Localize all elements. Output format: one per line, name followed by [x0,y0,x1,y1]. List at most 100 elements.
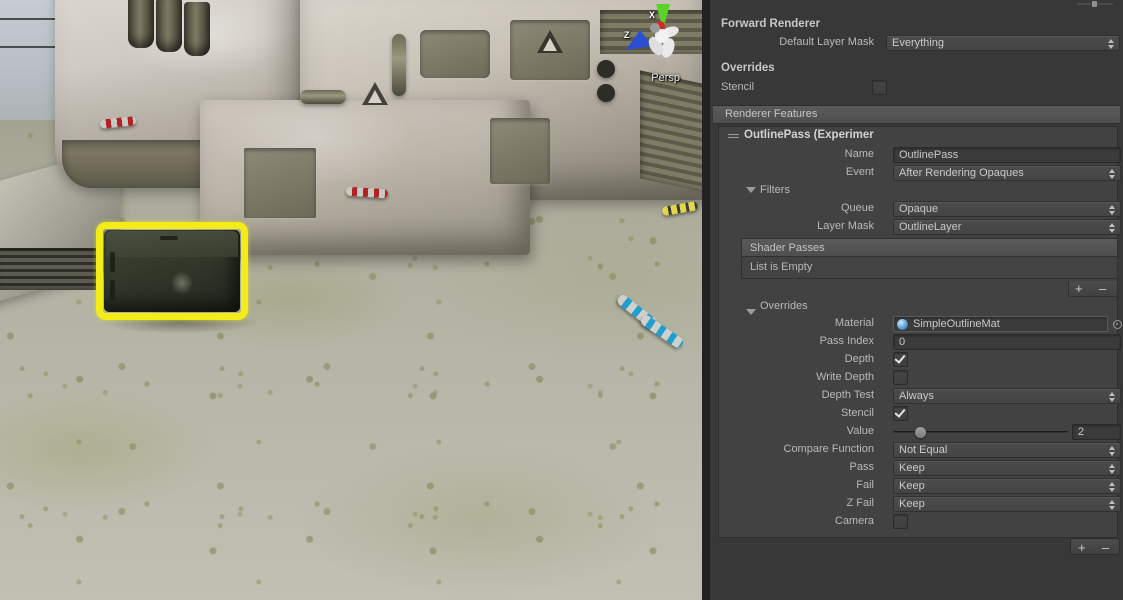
compare-function-dropdown[interactable]: Not Equal [893,442,1121,458]
name-label: Name [844,148,874,160]
write-depth-label: Write Depth [816,371,874,383]
scene-pipe [392,34,406,96]
scene-vent-grille [0,248,100,290]
add-shader-pass-button[interactable]: + [1075,282,1083,295]
scene-pipe [300,90,346,104]
gizmo-projection-label[interactable]: Persp [651,72,680,84]
depth-checkbox[interactable] [893,352,908,367]
layer-mask-dropdown[interactable]: OutlineLayer [893,219,1121,235]
chevron-updown-icon [1109,168,1116,180]
chevron-updown-icon [1109,463,1116,475]
scene-view[interactable]: X Z Persp [0,0,702,600]
scene-side-panel [490,118,550,184]
pass-index-value: 0 [899,336,906,348]
depth-test-value: Always [899,390,934,402]
forward-renderer-title: Forward Renderer [721,18,821,30]
scene-tread [640,70,702,194]
gizmo-x-label: X [649,10,656,20]
filters-label[interactable]: Filters [760,184,790,196]
inspector-panel: Forward Renderer Default Layer Mask Ever… [710,0,1123,600]
unity-editor-window: X Z Persp Forward Renderer Default Layer… [0,0,1123,600]
fail-value: Keep [899,480,925,492]
write-depth-checkbox[interactable] [893,370,908,385]
camera-checkbox[interactable] [893,514,908,529]
default-layer-mask-label: Default Layer Mask [779,36,874,48]
layer-mask-label: Layer Mask [817,220,874,232]
pass-index-label: Pass Index [819,335,874,347]
default-layer-mask-dropdown[interactable]: Everything [886,35,1120,51]
z-fail-dropdown[interactable]: Keep [893,496,1121,512]
chevron-updown-icon [1109,222,1116,234]
scene-equipment-box [420,30,490,78]
name-value: OutlinePass [899,149,959,161]
value-number: 2 [1078,426,1085,438]
scene-barrel [128,0,154,48]
value-slider-knob[interactable] [915,427,926,438]
filters-foldout-arrow[interactable] [746,187,756,193]
event-value: After Rendering Opaques [899,167,1024,179]
remove-renderer-feature-button[interactable]: – [1102,541,1109,554]
depth-test-dropdown[interactable]: Always [893,388,1121,404]
event-label: Event [845,166,874,178]
scene-hatch-panel [244,148,316,218]
drag-handle-icon[interactable] [728,134,739,141]
depth-test-label: Depth Test [821,389,874,401]
pass-index-input[interactable]: 0 [893,334,1121,350]
remove-shader-pass-button[interactable]: – [1099,282,1106,295]
value-label: Value [846,425,874,437]
material-label: Material [834,317,874,329]
scene-port [597,84,615,102]
depth-label: Depth [844,353,874,365]
queue-label: Queue [840,202,874,214]
renderer-features-header: Renderer Features [713,105,1120,124]
scene-barrel [184,2,210,56]
pass-dropdown[interactable]: Keep [893,460,1121,476]
renderer-features-list-buttons: + – [1070,538,1120,555]
fail-dropdown[interactable]: Keep [893,478,1121,494]
event-dropdown[interactable]: After Rendering Opaques [893,165,1121,181]
layer-mask-value: OutlineLayer [899,221,962,233]
outline-pass-title[interactable]: OutlinePass (Experimer [744,129,904,141]
pass-label: Pass [849,461,874,473]
default-layer-mask-value: Everything [892,37,944,49]
chevron-updown-icon [1109,204,1116,216]
panel-divider[interactable] [702,0,710,600]
material-object-picker-icon[interactable] [1111,318,1123,331]
stencil-override-checkbox[interactable] [872,80,887,95]
selected-crate-object[interactable] [96,222,248,320]
material-value: SimpleOutlineMat [913,318,1000,330]
shader-passes-list-header: Shader Passes [741,238,1118,256]
chevron-updown-icon [1109,481,1116,493]
overrides-foldout-arrow[interactable] [746,309,756,315]
value-number-input[interactable]: 2 [1072,424,1121,440]
pass-value: Keep [899,462,925,474]
z-fail-label: Z Fail [846,497,875,509]
material-object-field[interactable]: SimpleOutlineMat [893,316,1108,332]
overrides-title: Overrides [721,62,775,74]
slider-knob[interactable] [1092,1,1097,7]
gizmo-z-label: Z [624,30,630,40]
camera-label: Camera [834,515,874,527]
inspector-top-strip [710,0,1123,8]
z-fail-value: Keep [899,498,925,510]
feature-overrides-label[interactable]: Overrides [760,300,808,312]
chevron-updown-icon [1109,391,1116,403]
scene-view-gizmo[interactable]: X Z [612,2,688,78]
add-renderer-feature-button[interactable]: + [1078,541,1086,554]
stencil-override-label: Stencil [721,81,755,93]
compare-function-value: Not Equal [899,444,948,456]
chevron-updown-icon [1109,445,1116,457]
name-input[interactable]: OutlinePass [893,147,1121,163]
shader-passes-list-empty: List is Empty [741,256,1118,279]
warning-triangle-icon [362,82,388,105]
feature-stencil-label: Stencil [840,407,874,419]
queue-dropdown[interactable]: Opaque [893,201,1121,217]
outline-effect-highlight [96,222,248,320]
clipped-slider-control[interactable] [1077,1,1113,7]
chevron-updown-icon [1109,499,1116,511]
shader-passes-list-buttons: + – [1068,281,1118,297]
chevron-updown-icon [1108,38,1115,50]
compare-function-label: Compare Function [783,443,875,455]
warning-triangle-icon [537,30,563,53]
feature-stencil-checkbox[interactable] [893,406,908,421]
